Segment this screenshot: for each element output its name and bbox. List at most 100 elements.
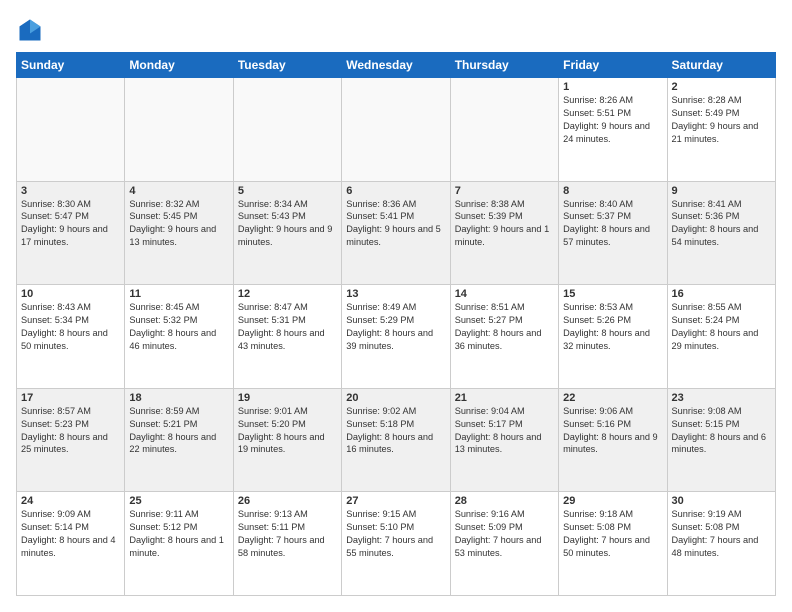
sunrise-text: Sunrise: 9:06 AM bbox=[563, 406, 633, 416]
daylight-text: Daylight: 7 hours and 55 minutes. bbox=[346, 535, 433, 558]
sunrise-text: Sunrise: 9:01 AM bbox=[238, 406, 308, 416]
sunrise-text: Sunrise: 8:59 AM bbox=[129, 406, 199, 416]
daylight-text: Daylight: 8 hours and 46 minutes. bbox=[129, 328, 216, 351]
sunset-text: Sunset: 5:41 PM bbox=[346, 211, 414, 221]
day-number: 27 bbox=[346, 495, 445, 507]
day-number: 16 bbox=[672, 288, 771, 300]
calendar-header-tuesday: Tuesday bbox=[233, 53, 341, 78]
day-number: 6 bbox=[346, 185, 445, 197]
sunrise-text: Sunrise: 9:18 AM bbox=[563, 509, 633, 519]
calendar-week-row: 24 Sunrise: 9:09 AM Sunset: 5:14 PM Dayl… bbox=[17, 492, 776, 596]
day-number: 10 bbox=[21, 288, 120, 300]
calendar-week-row: 10 Sunrise: 8:43 AM Sunset: 5:34 PM Dayl… bbox=[17, 285, 776, 389]
sunrise-text: Sunrise: 9:15 AM bbox=[346, 509, 416, 519]
sunrise-text: Sunrise: 8:43 AM bbox=[21, 302, 91, 312]
calendar-day-cell: 20 Sunrise: 9:02 AM Sunset: 5:18 PM Dayl… bbox=[342, 388, 450, 492]
daylight-text: Daylight: 8 hours and 29 minutes. bbox=[672, 328, 759, 351]
sunset-text: Sunset: 5:20 PM bbox=[238, 419, 306, 429]
sunset-text: Sunset: 5:47 PM bbox=[21, 211, 89, 221]
day-info: Sunrise: 9:11 AM Sunset: 5:12 PM Dayligh… bbox=[129, 508, 228, 560]
calendar-header-monday: Monday bbox=[125, 53, 233, 78]
calendar-day-cell bbox=[450, 78, 558, 182]
calendar-day-cell: 18 Sunrise: 8:59 AM Sunset: 5:21 PM Dayl… bbox=[125, 388, 233, 492]
sunrise-text: Sunrise: 8:41 AM bbox=[672, 199, 742, 209]
day-info: Sunrise: 8:36 AM Sunset: 5:41 PM Dayligh… bbox=[346, 198, 445, 250]
calendar-week-row: 17 Sunrise: 8:57 AM Sunset: 5:23 PM Dayl… bbox=[17, 388, 776, 492]
day-info: Sunrise: 9:19 AM Sunset: 5:08 PM Dayligh… bbox=[672, 508, 771, 560]
sunrise-text: Sunrise: 9:02 AM bbox=[346, 406, 416, 416]
sunset-text: Sunset: 5:23 PM bbox=[21, 419, 89, 429]
calendar-day-cell: 3 Sunrise: 8:30 AM Sunset: 5:47 PM Dayli… bbox=[17, 181, 125, 285]
calendar-table: SundayMondayTuesdayWednesdayThursdayFrid… bbox=[16, 52, 776, 596]
calendar-day-cell bbox=[342, 78, 450, 182]
day-number: 18 bbox=[129, 392, 228, 404]
daylight-text: Daylight: 8 hours and 32 minutes. bbox=[563, 328, 650, 351]
daylight-text: Daylight: 8 hours and 6 minutes. bbox=[672, 432, 767, 455]
daylight-text: Daylight: 8 hours and 16 minutes. bbox=[346, 432, 433, 455]
sunrise-text: Sunrise: 9:13 AM bbox=[238, 509, 308, 519]
day-number: 13 bbox=[346, 288, 445, 300]
calendar-header-saturday: Saturday bbox=[667, 53, 775, 78]
calendar-day-cell: 16 Sunrise: 8:55 AM Sunset: 5:24 PM Dayl… bbox=[667, 285, 775, 389]
day-info: Sunrise: 9:16 AM Sunset: 5:09 PM Dayligh… bbox=[455, 508, 554, 560]
day-number: 21 bbox=[455, 392, 554, 404]
calendar-day-cell: 13 Sunrise: 8:49 AM Sunset: 5:29 PM Dayl… bbox=[342, 285, 450, 389]
daylight-text: Daylight: 8 hours and 39 minutes. bbox=[346, 328, 433, 351]
daylight-text: Daylight: 9 hours and 24 minutes. bbox=[563, 121, 650, 144]
day-number: 20 bbox=[346, 392, 445, 404]
calendar-week-row: 3 Sunrise: 8:30 AM Sunset: 5:47 PM Dayli… bbox=[17, 181, 776, 285]
day-info: Sunrise: 9:15 AM Sunset: 5:10 PM Dayligh… bbox=[346, 508, 445, 560]
calendar-day-cell: 23 Sunrise: 9:08 AM Sunset: 5:15 PM Dayl… bbox=[667, 388, 775, 492]
daylight-text: Daylight: 8 hours and 50 minutes. bbox=[21, 328, 108, 351]
day-info: Sunrise: 8:45 AM Sunset: 5:32 PM Dayligh… bbox=[129, 301, 228, 353]
day-info: Sunrise: 9:01 AM Sunset: 5:20 PM Dayligh… bbox=[238, 405, 337, 457]
day-number: 15 bbox=[563, 288, 662, 300]
day-number: 5 bbox=[238, 185, 337, 197]
calendar-day-cell: 14 Sunrise: 8:51 AM Sunset: 5:27 PM Dayl… bbox=[450, 285, 558, 389]
daylight-text: Daylight: 9 hours and 17 minutes. bbox=[21, 224, 108, 247]
day-info: Sunrise: 8:26 AM Sunset: 5:51 PM Dayligh… bbox=[563, 94, 662, 146]
day-number: 17 bbox=[21, 392, 120, 404]
sunset-text: Sunset: 5:15 PM bbox=[672, 419, 740, 429]
daylight-text: Daylight: 8 hours and 1 minute. bbox=[129, 535, 224, 558]
day-info: Sunrise: 8:47 AM Sunset: 5:31 PM Dayligh… bbox=[238, 301, 337, 353]
daylight-text: Daylight: 8 hours and 43 minutes. bbox=[238, 328, 325, 351]
sunset-text: Sunset: 5:08 PM bbox=[563, 522, 631, 532]
sunset-text: Sunset: 5:17 PM bbox=[455, 419, 523, 429]
day-info: Sunrise: 8:38 AM Sunset: 5:39 PM Dayligh… bbox=[455, 198, 554, 250]
calendar-day-cell: 27 Sunrise: 9:15 AM Sunset: 5:10 PM Dayl… bbox=[342, 492, 450, 596]
sunrise-text: Sunrise: 8:34 AM bbox=[238, 199, 308, 209]
calendar-day-cell: 21 Sunrise: 9:04 AM Sunset: 5:17 PM Dayl… bbox=[450, 388, 558, 492]
sunrise-text: Sunrise: 9:08 AM bbox=[672, 406, 742, 416]
day-info: Sunrise: 8:59 AM Sunset: 5:21 PM Dayligh… bbox=[129, 405, 228, 457]
sunrise-text: Sunrise: 8:38 AM bbox=[455, 199, 525, 209]
calendar-header-row: SundayMondayTuesdayWednesdayThursdayFrid… bbox=[17, 53, 776, 78]
sunrise-text: Sunrise: 8:49 AM bbox=[346, 302, 416, 312]
sunset-text: Sunset: 5:45 PM bbox=[129, 211, 197, 221]
day-number: 25 bbox=[129, 495, 228, 507]
day-number: 2 bbox=[672, 81, 771, 93]
calendar-day-cell: 6 Sunrise: 8:36 AM Sunset: 5:41 PM Dayli… bbox=[342, 181, 450, 285]
sunset-text: Sunset: 5:08 PM bbox=[672, 522, 740, 532]
day-info: Sunrise: 8:41 AM Sunset: 5:36 PM Dayligh… bbox=[672, 198, 771, 250]
sunset-text: Sunset: 5:49 PM bbox=[672, 108, 740, 118]
day-number: 26 bbox=[238, 495, 337, 507]
logo bbox=[16, 16, 48, 44]
sunset-text: Sunset: 5:21 PM bbox=[129, 419, 197, 429]
calendar-day-cell: 1 Sunrise: 8:26 AM Sunset: 5:51 PM Dayli… bbox=[559, 78, 667, 182]
daylight-text: Daylight: 8 hours and 4 minutes. bbox=[21, 535, 116, 558]
calendar-day-cell bbox=[17, 78, 125, 182]
daylight-text: Daylight: 9 hours and 13 minutes. bbox=[129, 224, 216, 247]
day-info: Sunrise: 9:02 AM Sunset: 5:18 PM Dayligh… bbox=[346, 405, 445, 457]
calendar-day-cell: 26 Sunrise: 9:13 AM Sunset: 5:11 PM Dayl… bbox=[233, 492, 341, 596]
calendar-header-friday: Friday bbox=[559, 53, 667, 78]
sunset-text: Sunset: 5:11 PM bbox=[238, 522, 305, 532]
day-number: 19 bbox=[238, 392, 337, 404]
calendar-day-cell: 4 Sunrise: 8:32 AM Sunset: 5:45 PM Dayli… bbox=[125, 181, 233, 285]
calendar-day-cell: 17 Sunrise: 8:57 AM Sunset: 5:23 PM Dayl… bbox=[17, 388, 125, 492]
daylight-text: Daylight: 8 hours and 19 minutes. bbox=[238, 432, 325, 455]
calendar-day-cell: 24 Sunrise: 9:09 AM Sunset: 5:14 PM Dayl… bbox=[17, 492, 125, 596]
sunrise-text: Sunrise: 9:19 AM bbox=[672, 509, 742, 519]
calendar-header-wednesday: Wednesday bbox=[342, 53, 450, 78]
sunrise-text: Sunrise: 8:53 AM bbox=[563, 302, 633, 312]
